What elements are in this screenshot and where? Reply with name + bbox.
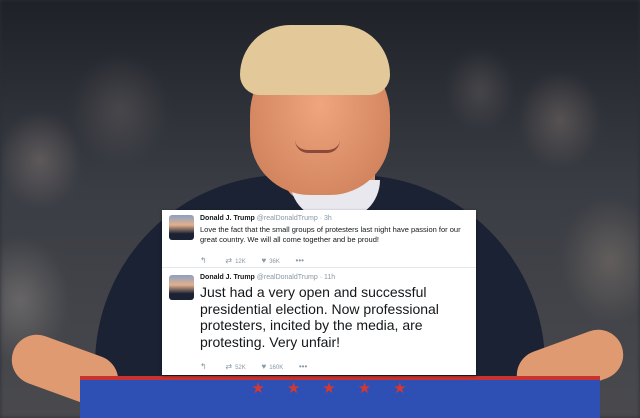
tweet-time[interactable]: · 3h <box>320 215 332 222</box>
retweet-button[interactable]: ⇄ 52K <box>225 362 245 371</box>
retweet-count: 52K <box>235 365 246 371</box>
author-handle[interactable]: @realDonaldTrump <box>257 215 318 222</box>
author-handle[interactable]: @realDonaldTrump <box>257 274 318 281</box>
more-button[interactable]: ••• <box>296 256 307 265</box>
tweet[interactable]: Donald J. Trump @realDonaldTrump · 11h J… <box>162 269 476 375</box>
reply-icon: ↰ <box>200 256 207 265</box>
author-name[interactable]: Donald J. Trump <box>200 215 255 222</box>
tweet-actions: ↰ ⇄ 52K ♥ 160K ••• <box>200 362 324 371</box>
retweet-button[interactable]: ⇄ 12K <box>225 256 245 265</box>
avatar[interactable] <box>169 215 194 240</box>
reply-button[interactable]: ↰ <box>200 256 210 265</box>
more-icon: ••• <box>298 362 308 371</box>
tweet-actions: ↰ ⇄ 12K ♥ 36K ••• <box>200 256 321 265</box>
like-button[interactable]: ♥ 36K <box>261 256 279 265</box>
podium: ★★★★★ <box>80 376 600 418</box>
podium-stars-icon: ★★★★★ <box>251 380 429 397</box>
reply-button[interactable]: ↰ <box>200 362 210 371</box>
like-icon: ♥ <box>261 362 267 371</box>
more-icon: ••• <box>295 256 304 265</box>
tweet[interactable]: Donald J. Trump @realDonaldTrump · 3h Lo… <box>162 210 476 268</box>
tweet-text: Just had a very open and successful pres… <box>200 284 439 350</box>
tweet-header: Donald J. Trump @realDonaldTrump · 3h <box>200 214 468 224</box>
tweet-text: Love the fact that the small groups of p… <box>200 225 461 244</box>
avatar[interactable] <box>169 275 194 300</box>
retweet-count: 12K <box>235 259 246 265</box>
more-button[interactable]: ••• <box>299 362 310 371</box>
like-button[interactable]: ♥ 160K <box>261 362 283 371</box>
tweet-card: Donald J. Trump @realDonaldTrump · 3h Lo… <box>162 210 476 375</box>
like-count: 36K <box>269 259 280 265</box>
reply-icon: ↰ <box>200 362 207 371</box>
tweet-time[interactable]: · 11h <box>320 274 335 281</box>
mouth <box>295 140 340 153</box>
retweet-icon: ⇄ <box>225 256 233 265</box>
like-count: 160K <box>269 365 284 371</box>
tweet-header: Donald J. Trump @realDonaldTrump · 11h <box>200 273 468 283</box>
like-icon: ♥ <box>261 256 267 265</box>
author-name[interactable]: Donald J. Trump <box>200 274 255 281</box>
retweet-icon: ⇄ <box>225 362 233 371</box>
hair <box>240 25 390 95</box>
